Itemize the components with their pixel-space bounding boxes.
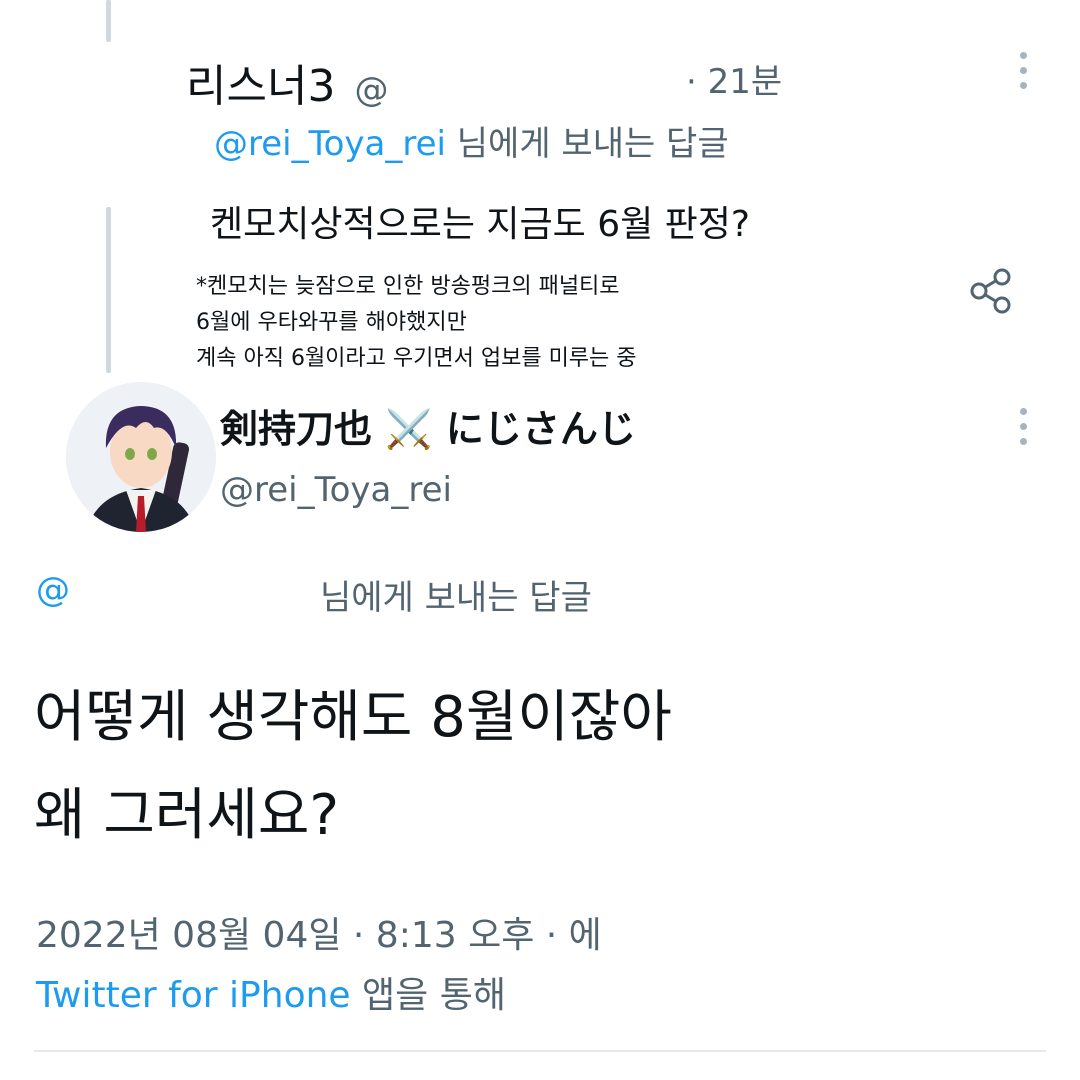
crossed-swords-icon: ⚔️ bbox=[385, 407, 433, 451]
reply-note-line-1: *켄모치는 늦잠으로 인한 방송펑크의 패널티로 bbox=[196, 274, 620, 299]
main-tweet-text-line-1: 어떻게 생각해도 8월이잖아 bbox=[34, 685, 672, 750]
share-icon[interactable] bbox=[966, 266, 1016, 316]
reply-replying-to-suffix: 님에게 보내는 답글 bbox=[456, 124, 729, 164]
more-vertical-icon bbox=[1019, 408, 1027, 415]
avatar[interactable] bbox=[66, 382, 216, 532]
reply-header: 리스너3 @ · 21분 bbox=[186, 50, 782, 112]
divider bbox=[34, 1050, 1046, 1052]
main-handle[interactable]: @rei_Toya_rei bbox=[220, 470, 452, 510]
main-replying-to: @ 님에게 보내는 답글 bbox=[36, 570, 592, 618]
reply-note-line-2: 6월에 우타와꾸를 해야했지만 bbox=[196, 310, 467, 335]
main-display-name[interactable]: 剣持刀也 bbox=[220, 407, 372, 451]
reply-more-options[interactable] bbox=[1018, 52, 1028, 89]
main-timestamp[interactable]: 2022년 08월 04일 · 8:13 오후 · 에 bbox=[36, 906, 602, 958]
thread-line-reply bbox=[106, 207, 111, 373]
reply-time: · 21분 bbox=[686, 62, 783, 102]
main-replying-to-handle[interactable]: @ bbox=[36, 570, 70, 610]
reply-text: 켄모치상적으로는 지금도 6월 판정? bbox=[210, 204, 751, 245]
main-tweet-text-line-2: 왜 그러세요? bbox=[34, 783, 340, 848]
main-source: Twitter for iPhone 앱을 통해 bbox=[36, 966, 506, 1018]
reply-replying-to-handle[interactable]: @rei_Toya_rei bbox=[214, 124, 446, 164]
more-vertical-icon bbox=[1019, 52, 1027, 59]
source-app-link[interactable]: Twitter for iPhone bbox=[36, 975, 351, 1016]
main-replying-to-suffix: 님에게 보내는 답글 bbox=[320, 578, 592, 618]
reply-handle[interactable]: @ bbox=[355, 70, 389, 110]
thread-line-top bbox=[106, 0, 111, 42]
reply-note-line-3: 계속 아직 6월이라고 우기면서 업보를 미루는 중 bbox=[196, 346, 637, 371]
main-name-row: 剣持刀也 ⚔️ にじさんじ bbox=[220, 398, 636, 453]
reply-display-name[interactable]: 리스너3 bbox=[186, 61, 335, 112]
main-more-options[interactable] bbox=[1018, 408, 1028, 445]
source-suffix: 앱을 통해 bbox=[362, 975, 506, 1016]
main-display-name-suffix[interactable]: にじさんじ bbox=[446, 407, 636, 451]
reply-replying-to: @rei_Toya_rei 님에게 보내는 답글 bbox=[214, 116, 729, 165]
